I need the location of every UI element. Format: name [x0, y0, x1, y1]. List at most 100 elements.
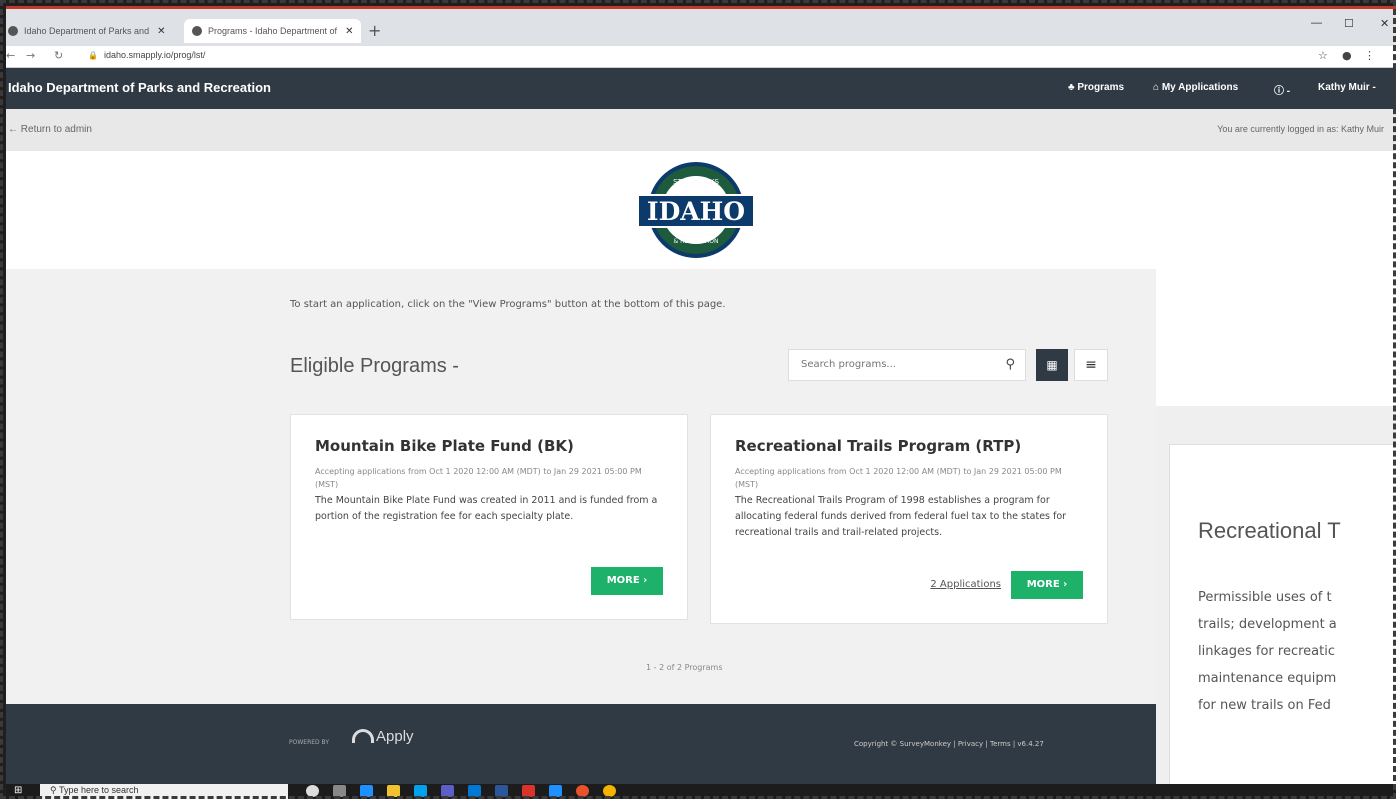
url-text: idaho.smapply.io/prog/lst/ — [103, 50, 206, 60]
profile-icon[interactable]: ● — [1342, 49, 1352, 62]
program-detail-text: Permissible uses of t trails; developmen… — [1198, 584, 1337, 719]
program-card: Recreational Trails Program (RTP) Accept… — [710, 414, 1108, 624]
outlook-icon[interactable] — [468, 785, 481, 797]
taskbar-search-placeholder: Type here to search — [58, 785, 139, 795]
search-icon[interactable]: ⚲ — [1005, 357, 1015, 372]
lock-icon: 🔒 — [88, 51, 98, 60]
list-view-button[interactable]: ≡ — [1074, 349, 1108, 381]
program-title[interactable]: Mountain Bike Plate Fund (BK) — [315, 437, 663, 455]
return-to-admin-link[interactable]: ← Return to admin — [8, 124, 92, 135]
menu-icon[interactable]: ⋮ — [1364, 49, 1375, 62]
arrow-left-icon: ← — [8, 124, 18, 135]
admin-bar: ← Return to admin You are currently logg… — [6, 109, 1396, 151]
site-title[interactable]: Idaho Department of Parks and Recreation — [8, 80, 271, 95]
address-bar: ← → ↻ 🔒 idaho.smapply.io/prog/lst/ ☆ ● ⋮ — [6, 46, 1396, 68]
detail-line: maintenance equipm — [1198, 671, 1337, 686]
detail-line: Permissible uses of t — [1198, 590, 1332, 605]
program-description: The Mountain Bike Plate Fund was created… — [315, 495, 658, 522]
minimize-icon[interactable]: — — [1311, 17, 1322, 29]
browser-tab[interactable]: Idaho Department of Parks and ✕ — [8, 19, 183, 43]
window-close-icon[interactable]: ✕ — [1380, 17, 1389, 30]
edge-legacy-icon[interactable] — [360, 785, 373, 797]
detail-line: trails; development a — [1198, 617, 1337, 632]
close-icon[interactable]: ✕ — [345, 26, 353, 37]
grid-icon: ▦ — [1046, 358, 1058, 372]
search-icon: ⚲ — [50, 785, 57, 795]
site-footer: POWERED BY Apply Copyright © SurveyMonke… — [6, 704, 1156, 784]
task-view-icon[interactable] — [333, 785, 346, 797]
grid-view-button[interactable]: ▦ — [1036, 349, 1068, 381]
intro-text: To start an application, click on the "V… — [290, 299, 726, 310]
globe-icon — [192, 26, 202, 36]
globe-icon — [8, 26, 18, 36]
nav-user-menu[interactable]: Kathy Muir - — [1318, 82, 1376, 93]
right-panel-header — [1156, 269, 1396, 406]
acrobat-icon[interactable] — [522, 785, 535, 797]
powered-by-text: POWERED BY — [289, 739, 330, 746]
browser-tab-active[interactable]: Programs - Idaho Department of ✕ — [184, 19, 361, 43]
program-title[interactable]: Recreational Trails Program (RTP) — [735, 437, 1083, 455]
browser-tab-bar: Idaho Department of Parks and ✕ Programs… — [6, 6, 1396, 46]
logged-in-text: You are currently logged in as: Kathy Mu… — [1217, 124, 1384, 134]
taskbar-search[interactable]: ⚲ Type here to search — [40, 784, 288, 799]
star-icon[interactable]: ☆ — [1318, 49, 1328, 62]
close-icon[interactable]: ✕ — [157, 26, 165, 37]
firefox-icon[interactable] — [576, 785, 589, 797]
back-icon[interactable]: ← — [6, 49, 15, 62]
nav-programs-label: Programs — [1077, 82, 1125, 93]
nav-info[interactable]: ⓘ - — [1274, 82, 1290, 97]
more-button[interactable]: MORE › — [591, 567, 663, 595]
detail-line: for new trails on Fed — [1198, 698, 1331, 713]
program-detail-panel: Recreational T Permissible uses of t tra… — [1156, 406, 1396, 799]
detail-line: linkages for recreatic — [1198, 644, 1335, 659]
maximize-icon[interactable]: ☐ — [1344, 17, 1354, 30]
windows-start-icon[interactable]: ⊞ — [14, 785, 22, 796]
word-icon[interactable] — [495, 785, 508, 797]
eligible-programs-dropdown[interactable]: Eligible Programs - — [290, 355, 459, 378]
reload-icon[interactable]: ↻ — [54, 49, 63, 62]
logo-bottom-text: & RECREATION — [674, 238, 719, 245]
windows-taskbar: ⊞ ⚲ Type here to search — [6, 784, 1396, 799]
teams-icon[interactable] — [441, 785, 454, 797]
program-detail-title: Recreational T — [1198, 518, 1341, 543]
program-dates: Accepting applications from Oct 1 2020 1… — [735, 467, 1062, 489]
logo-top-text: STATE PARKS — [673, 178, 719, 186]
apply-logo-icon — [352, 729, 374, 743]
screen: Idaho Department of Parks and ✕ Programs… — [6, 6, 1396, 799]
skype-icon[interactable] — [414, 785, 427, 797]
url-field[interactable]: 🔒 idaho.smapply.io/prog/lst/ — [88, 50, 205, 60]
internet-explorer-icon[interactable] — [549, 785, 562, 797]
apply-logo-text: Apply — [376, 728, 414, 745]
chrome-icon[interactable] — [603, 785, 616, 797]
nav-programs[interactable]: ♣ Programs — [1068, 82, 1124, 93]
cortana-icon[interactable] — [306, 785, 319, 797]
program-dates: Accepting applications from Oct 1 2020 1… — [315, 467, 642, 489]
nav-user-label: Kathy Muir - — [1318, 82, 1376, 93]
tab-label: Programs - Idaho Department of — [208, 26, 338, 36]
nav-my-applications-label: My Applications — [1161, 82, 1239, 93]
program-description: The Recreational Trails Program of 1998 … — [735, 495, 1067, 538]
main-content: To start an application, click on the "V… — [6, 269, 1156, 704]
return-label: Return to admin — [20, 124, 92, 135]
search-input[interactable] — [801, 359, 981, 370]
applications-link[interactable]: 2 Applications — [930, 579, 1001, 590]
pagination-text: 1 - 2 of 2 Programs — [646, 663, 723, 672]
info-icon: ⓘ — [1274, 86, 1284, 97]
home-icon: ⌂ — [1153, 82, 1160, 93]
new-tab-icon[interactable]: + — [368, 21, 381, 40]
forward-icon[interactable]: → — [26, 49, 35, 62]
more-button[interactable]: MORE › — [1011, 571, 1083, 599]
file-explorer-icon[interactable] — [387, 785, 400, 797]
list-icon: ≡ — [1085, 357, 1097, 373]
site-header: Idaho Department of Parks and Recreation… — [6, 68, 1396, 109]
program-card: Mountain Bike Plate Fund (BK) Accepting … — [290, 414, 688, 620]
idaho-parks-logo[interactable]: IDAHO STATE PARKS & RECREATION — [636, 161, 756, 259]
copyright-links[interactable]: Copyright © SurveyMonkey | Privacy | Ter… — [854, 740, 1044, 748]
programs-icon: ♣ — [1068, 82, 1075, 93]
search-box: ⚲ — [788, 349, 1026, 381]
nav-my-applications[interactable]: ⌂ My Applications — [1153, 82, 1238, 93]
tab-label: Idaho Department of Parks and — [24, 26, 150, 36]
apply-logo[interactable]: Apply — [352, 728, 414, 745]
nav-info-label: - — [1286, 86, 1291, 97]
logo-main-text: IDAHO — [647, 197, 745, 226]
